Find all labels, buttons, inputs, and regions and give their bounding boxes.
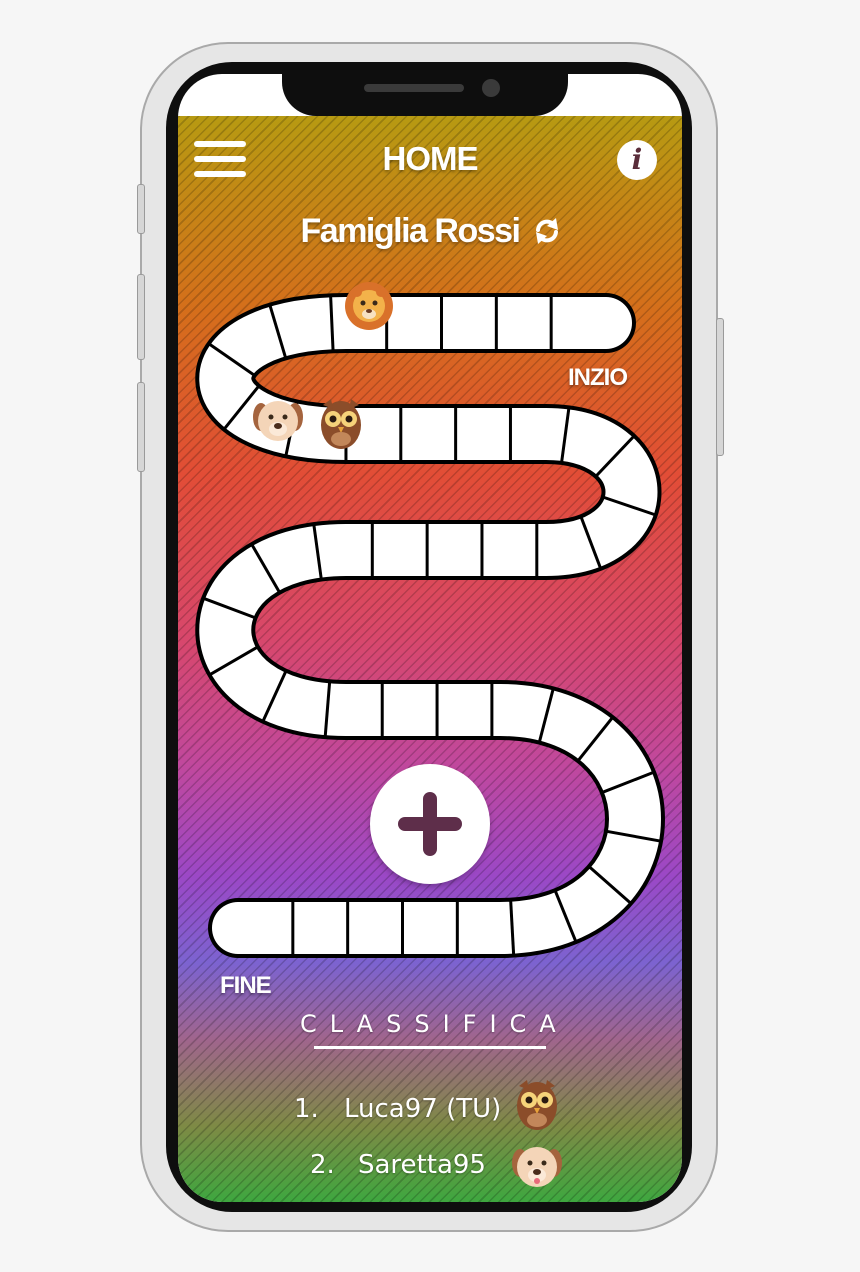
owl-icon [321,399,361,449]
game-board [195,282,665,958]
list-item[interactable]: 2. Saretta95 [290,1146,570,1187]
lion-icon [345,282,393,330]
player-name: Luca97 (TU) [344,1094,502,1124]
end-label: FINE [220,972,272,999]
start-label: INZIO [568,364,628,391]
add-button[interactable] [370,764,490,884]
leaderboard-title: CLASSIFICA [300,1010,569,1038]
player-name: Saretta95 [358,1150,486,1180]
list-item[interactable]: 1. Luca97 (TU) [290,1080,570,1130]
rank-number: 1. [294,1094,319,1124]
dog-icon [512,1147,562,1187]
owl-icon [517,1080,557,1130]
rank-number: 2. [310,1150,335,1180]
leaderboard-divider [314,1046,546,1049]
